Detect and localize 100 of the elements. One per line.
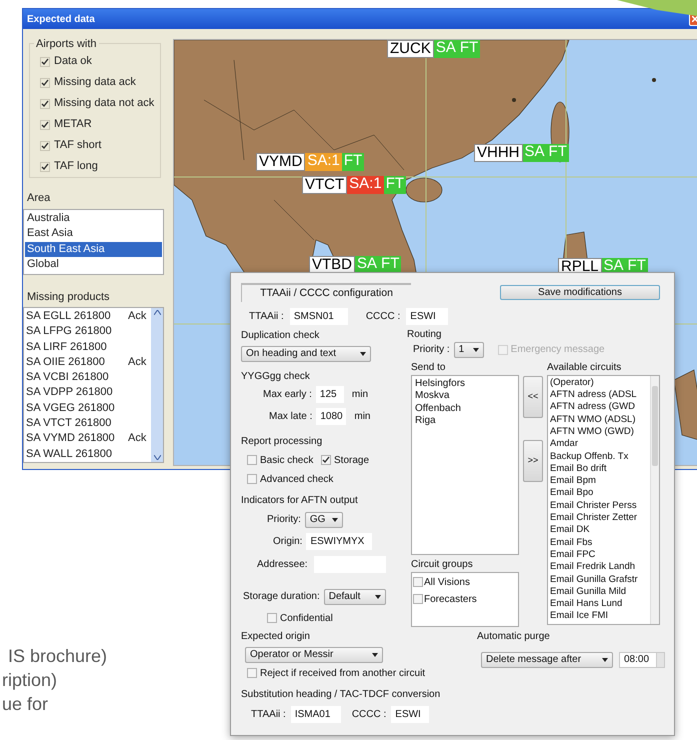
max-late-field[interactable]: 1080 <box>316 408 346 425</box>
station-status: FT <box>458 40 480 58</box>
list-item: Email Christer Zetter <box>550 512 638 524</box>
cccc-field[interactable]: ESWI <box>406 308 448 325</box>
list-item: AFTN adress (GWD <box>550 401 636 414</box>
section-label: Duplication check <box>241 328 320 343</box>
checkbox-label: Advanced check <box>260 472 334 487</box>
list-item: Riga <box>415 415 437 428</box>
list-item: Email Fbs <box>550 536 594 549</box>
checkbox-label: Basic check <box>260 454 314 468</box>
field-label: Max late : <box>269 410 312 424</box>
section-label: Area <box>27 191 52 206</box>
field-label: TTAAii : <box>251 708 286 722</box>
area-item[interactable]: Australia <box>25 210 162 226</box>
checkbox[interactable] <box>267 613 277 624</box>
scroll-up-icon[interactable] <box>154 310 160 315</box>
checkbox[interactable] <box>247 455 257 466</box>
ack-label: Ack <box>128 354 146 370</box>
field-label: Max early : <box>263 388 312 402</box>
section-label: Expected origin <box>241 630 311 644</box>
section-label: Routing <box>407 328 442 342</box>
product-item: SA VDPP 261800 <box>26 385 114 400</box>
field-label: Priority : <box>413 343 450 358</box>
origin-field[interactable]: ESWIYMYX <box>306 532 372 550</box>
checkbox[interactable] <box>40 162 50 172</box>
scrollbar[interactable] <box>650 376 659 624</box>
max-early-field[interactable]: 125 <box>316 386 344 403</box>
list-item: Email Christer Perss <box>550 500 638 512</box>
station-status: FT <box>546 144 569 162</box>
list-item: Email Hans Lund <box>550 598 624 610</box>
station-status: SA:1 <box>347 176 384 194</box>
priority-dropdown[interactable]: GG <box>304 512 343 528</box>
list-item: Email Gunilla Mild <box>550 586 628 598</box>
slide-text: ription) <box>2 669 58 692</box>
product-item: SA VTCT 261800 <box>26 416 112 432</box>
unit-label: min <box>352 388 368 402</box>
checkbox-label: Data ok <box>54 54 92 70</box>
remove-button[interactable]: >> <box>523 440 543 482</box>
list-item: Email Bpm <box>550 475 597 488</box>
caret-icon <box>360 352 366 356</box>
section-label: Report processing <box>241 434 324 449</box>
list-item: Offenbach <box>415 402 462 416</box>
list-item: Email Gunilla Grafstr <box>550 574 639 586</box>
checkbox[interactable] <box>413 594 423 604</box>
list-item: Email Ice FMI <box>550 610 610 623</box>
product-item: SA VCBI 261800 <box>26 370 110 386</box>
unit-label: min <box>354 410 370 424</box>
list-item: Email DK <box>550 524 591 537</box>
product-item: SA OIIE 261800 <box>26 354 106 370</box>
time-spinner[interactable]: 08:00 <box>619 652 665 668</box>
list-item: AFTN adress (ADSL <box>550 389 638 402</box>
station-code: ZUCK <box>387 40 434 58</box>
list-item: Email Fredrik Landh <box>550 561 636 574</box>
checkbox[interactable] <box>40 78 50 88</box>
caret-icon <box>374 594 381 599</box>
checkbox-label: METAR <box>54 117 92 132</box>
checkbox[interactable] <box>40 120 50 130</box>
list-item: AFTN WMO (ADSL) <box>550 414 636 426</box>
checkbox-label: Confidential <box>280 612 333 626</box>
station-status: FT <box>384 176 406 194</box>
checkbox[interactable] <box>321 455 331 466</box>
field-label: Storage duration: <box>243 590 320 604</box>
ttaaii-field[interactable]: SMSN01 <box>290 308 348 325</box>
list-item: Backup Offenb. Tx <box>550 450 630 463</box>
list-item: AFTN WMO (GWD) <box>550 426 635 438</box>
checkbox-label: Missing data ack <box>54 75 136 90</box>
scrollbar[interactable] <box>151 308 163 462</box>
station-code: VYMD <box>256 153 306 171</box>
purge-dropdown[interactable]: Delete message after <box>481 652 613 668</box>
checkbox[interactable] <box>413 577 423 588</box>
list-item: Email FPC <box>550 548 596 562</box>
area-item[interactable]: South East Asia <box>25 242 162 257</box>
product-item: SA WALL 261800 <box>26 446 114 462</box>
routing-priority-dropdown[interactable]: 1 <box>454 342 484 358</box>
area-item[interactable]: East Asia <box>25 226 162 242</box>
station-status: SA:1 <box>305 153 342 171</box>
expected-origin-dropdown[interactable]: Operator or Messir <box>245 646 383 663</box>
field-label: CCCC : <box>352 708 386 722</box>
save-button[interactable]: Save modifications <box>500 284 660 300</box>
storage-duration-dropdown[interactable]: Default <box>324 588 386 605</box>
slide-text: ue for <box>2 693 48 716</box>
list-item: Helsingfors <box>415 378 466 390</box>
group-title: Airports with <box>34 36 99 52</box>
field-label: TTAAii : <box>249 310 284 324</box>
checkbox[interactable] <box>40 98 50 108</box>
area-item[interactable]: Global <box>25 257 162 272</box>
checkbox[interactable] <box>247 668 257 678</box>
checkbox[interactable] <box>40 140 50 150</box>
station-status: SA <box>522 144 547 162</box>
scroll-down-icon[interactable] <box>154 455 160 460</box>
checkbox[interactable] <box>40 56 50 66</box>
add-button[interactable]: << <box>523 376 543 418</box>
cccc-field[interactable]: ESWI <box>391 706 430 723</box>
product-item: SA LIRF 261800 <box>26 340 108 355</box>
duplication-dropdown[interactable]: On heading and text <box>241 346 371 362</box>
ttaaii-field[interactable]: ISMA01 <box>290 706 341 723</box>
section-label: YYGGgg check <box>241 370 311 384</box>
checkbox[interactable] <box>247 474 257 484</box>
caret-icon <box>602 658 608 662</box>
checkbox-label: Storage <box>334 454 370 468</box>
